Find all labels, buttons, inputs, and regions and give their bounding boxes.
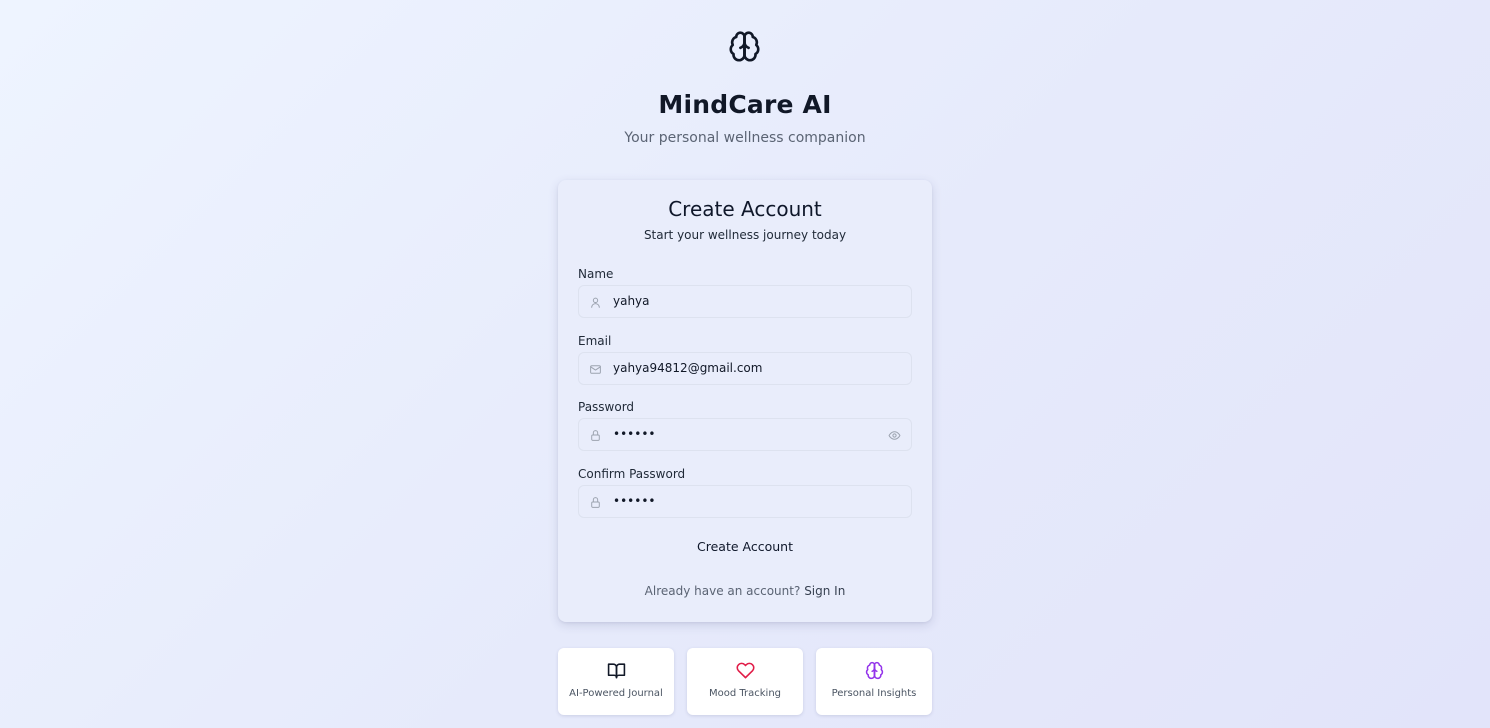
eye-icon[interactable] bbox=[888, 429, 901, 442]
brain-icon bbox=[865, 661, 884, 680]
form-subtitle: Start your wellness journey today bbox=[643, 228, 847, 242]
mail-icon bbox=[590, 365, 601, 374]
name-input[interactable]: yahya bbox=[578, 285, 912, 318]
name-value: yahya bbox=[613, 294, 650, 308]
signin-prompt: Already have an account? bbox=[644, 584, 801, 598]
lock-icon bbox=[591, 497, 600, 508]
feature-label: AI-Powered Journal bbox=[569, 688, 663, 699]
confirm-password-input[interactable]: •••••• bbox=[578, 485, 912, 518]
lock-icon bbox=[591, 430, 600, 441]
feature-card-journal: AI-Powered Journal bbox=[558, 648, 674, 715]
brain-icon bbox=[729, 31, 760, 62]
password-value: •••••• bbox=[613, 427, 656, 441]
password-label: Password bbox=[578, 400, 635, 414]
signup-card: Create Account Start your wellness journ… bbox=[558, 180, 932, 622]
password-input[interactable]: •••••• bbox=[578, 418, 912, 451]
email-label: Email bbox=[578, 334, 612, 348]
confirm-password-label: Confirm Password bbox=[578, 467, 686, 481]
signin-link[interactable]: Sign In bbox=[804, 584, 845, 598]
create-account-button[interactable]: Create Account bbox=[578, 536, 912, 558]
email-input[interactable]: yahya94812@gmail.com bbox=[578, 352, 912, 385]
heart-icon bbox=[736, 662, 755, 679]
feature-card-insights: Personal Insights bbox=[816, 648, 932, 715]
app-subtitle: Your personal wellness companion bbox=[624, 130, 866, 146]
name-label: Name bbox=[578, 267, 614, 281]
signin-row: Already have an account? Sign In bbox=[558, 584, 932, 598]
page: MindCare AI Your personal wellness compa… bbox=[0, 0, 1490, 728]
user-icon bbox=[591, 297, 600, 308]
feature-label: Personal Insights bbox=[831, 688, 917, 699]
app-title: MindCare AI bbox=[658, 90, 832, 119]
form-title: Create Account bbox=[668, 197, 822, 221]
email-value: yahya94812@gmail.com bbox=[613, 361, 763, 375]
book-open-icon bbox=[607, 663, 626, 679]
feature-card-mood: Mood Tracking bbox=[687, 648, 803, 715]
feature-label: Mood Tracking bbox=[708, 688, 782, 699]
confirm-password-value: •••••• bbox=[613, 494, 656, 508]
